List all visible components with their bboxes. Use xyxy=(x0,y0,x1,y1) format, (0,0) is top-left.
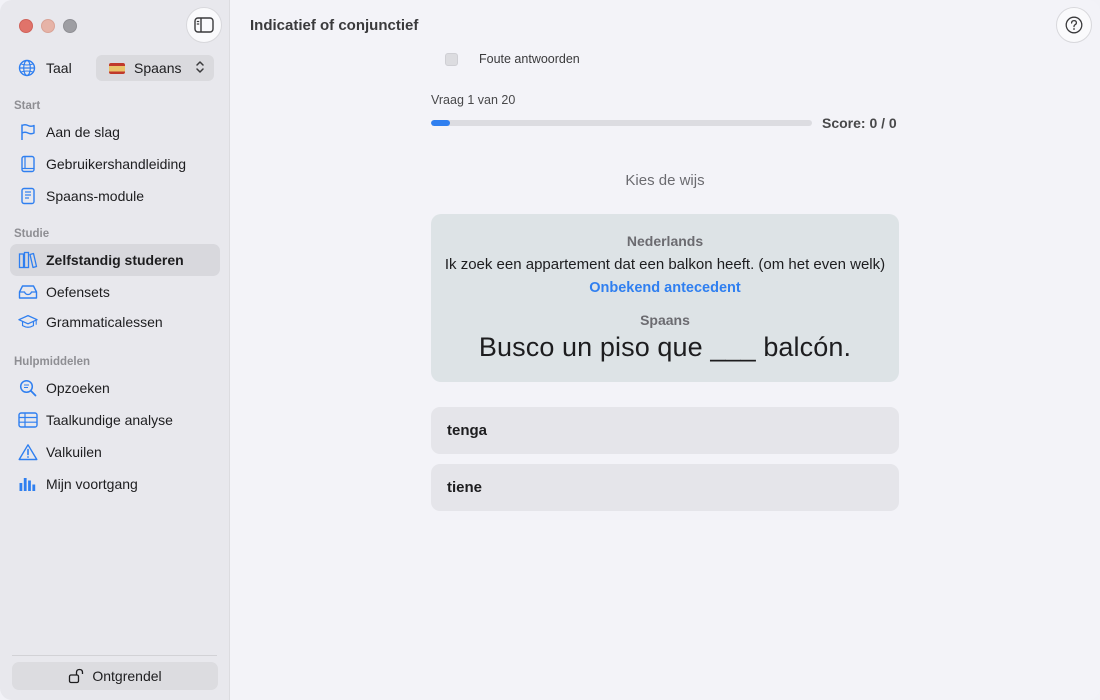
zoom-window-button[interactable] xyxy=(63,19,77,33)
unlock-icon xyxy=(69,668,84,684)
graduation-cap-icon xyxy=(18,315,38,328)
wrong-answers-label: Foute antwoorden xyxy=(479,52,580,66)
question-counter: Vraag 1 van 20 xyxy=(431,93,516,107)
wrong-answers-checkbox[interactable] xyxy=(445,52,458,66)
target-sentence: Busco un piso que ___ balcón. xyxy=(478,332,852,362)
answer-option-tenga[interactable]: tenga xyxy=(431,407,899,454)
sidebar: Taal Spaans Start Aan de slag Gebruikers… xyxy=(0,0,230,700)
help-icon xyxy=(1065,16,1083,34)
sidebar-icon xyxy=(194,17,214,33)
books-icon xyxy=(18,251,38,269)
wrong-answers-toggle[interactable]: Foute antwoorden xyxy=(445,52,580,66)
section-label-start: Start xyxy=(14,100,41,112)
book-closed-icon xyxy=(21,187,35,205)
help-button[interactable] xyxy=(1056,7,1092,43)
sidebar-item-label: Opzoeken xyxy=(46,380,110,396)
warning-icon xyxy=(18,444,38,461)
sidebar-item-spaans-module[interactable]: Spaans-module xyxy=(10,180,220,212)
language-select-value: Spaans xyxy=(134,60,182,76)
sidebar-divider xyxy=(12,655,217,656)
magnifier-icon xyxy=(19,379,37,397)
spain-flag-icon xyxy=(109,62,125,74)
source-language-label: Nederlands xyxy=(626,233,704,249)
language-select[interactable]: Spaans xyxy=(96,55,214,81)
question-card: Nederlands Ik zoek een appartement dat e… xyxy=(431,214,899,382)
table-icon xyxy=(18,412,38,428)
main-content: Indicatief of conjunctief Foute antwoord… xyxy=(231,0,1100,700)
sidebar-toggle-button[interactable] xyxy=(186,7,222,43)
sidebar-item-valkuilen[interactable]: Valkuilen xyxy=(10,436,220,468)
sidebar-item-opzoeken[interactable]: Opzoeken xyxy=(10,372,220,404)
section-label-studie: Studie xyxy=(14,228,50,240)
sidebar-item-zelfstandig-studeren[interactable]: Zelfstandig studeren xyxy=(10,244,220,276)
sidebar-item-label: Zelfstandig studeren xyxy=(46,252,184,268)
bar-chart-icon xyxy=(19,478,36,491)
sidebar-item-taalkundige-analyse[interactable]: Taalkundige analyse xyxy=(10,404,220,436)
unlock-button-label: Ontgrendel xyxy=(92,668,162,684)
sidebar-item-label: Valkuilen xyxy=(46,444,102,460)
sidebar-item-label: Oefensets xyxy=(46,284,110,300)
grammar-hint: Onbekend antecedent xyxy=(589,280,741,296)
page-title: Indicatief of conjunctief xyxy=(250,17,419,34)
unlock-button[interactable]: Ontgrendel xyxy=(12,662,218,690)
language-row: Taal Spaans xyxy=(18,55,214,81)
section-label-hulpmiddelen: Hulpmiddelen xyxy=(14,356,91,368)
source-sentence: Ik zoek een appartement dat een balkon h… xyxy=(444,256,886,273)
sidebar-item-label: Taalkundige analyse xyxy=(46,412,173,428)
progress-fill xyxy=(431,120,451,126)
sidebar-item-mijn-voortgang[interactable]: Mijn voortgang xyxy=(10,468,220,500)
sidebar-item-label: Aan de slag xyxy=(46,124,120,140)
progress-bar xyxy=(431,120,812,126)
close-window-button[interactable] xyxy=(19,19,33,33)
sidebar-item-gebruikershandleiding[interactable]: Gebruikershandleiding xyxy=(10,148,220,180)
globe-icon xyxy=(18,59,36,77)
target-language-label: Spaans xyxy=(640,312,690,328)
tray-icon xyxy=(18,285,38,299)
score-label: Score: 0 / 0 xyxy=(822,115,897,131)
sidebar-item-label: Grammaticalessen xyxy=(46,314,163,330)
chevron-up-down-icon xyxy=(196,61,204,73)
sidebar-item-label: Mijn voortgang xyxy=(46,476,138,492)
window-controls xyxy=(19,19,77,33)
quiz-prompt: Kies de wijs xyxy=(625,172,705,189)
answer-option-tiene[interactable]: tiene xyxy=(431,464,899,511)
language-label: Taal xyxy=(46,60,72,76)
flag-icon xyxy=(21,124,35,140)
sidebar-item-oefensets[interactable]: Oefensets xyxy=(10,276,220,308)
minimize-window-button[interactable] xyxy=(41,19,55,33)
sidebar-item-label: Spaans-module xyxy=(46,188,145,204)
app-window: Taal Spaans Start Aan de slag Gebruikers… xyxy=(0,0,1100,700)
sidebar-item-label: Gebruikershandleiding xyxy=(46,156,187,172)
sidebar-item-grammaticalessen[interactable]: Grammaticalessen xyxy=(10,306,220,338)
sidebar-item-aan-de-slag[interactable]: Aan de slag xyxy=(10,116,220,148)
book-icon xyxy=(21,155,35,173)
